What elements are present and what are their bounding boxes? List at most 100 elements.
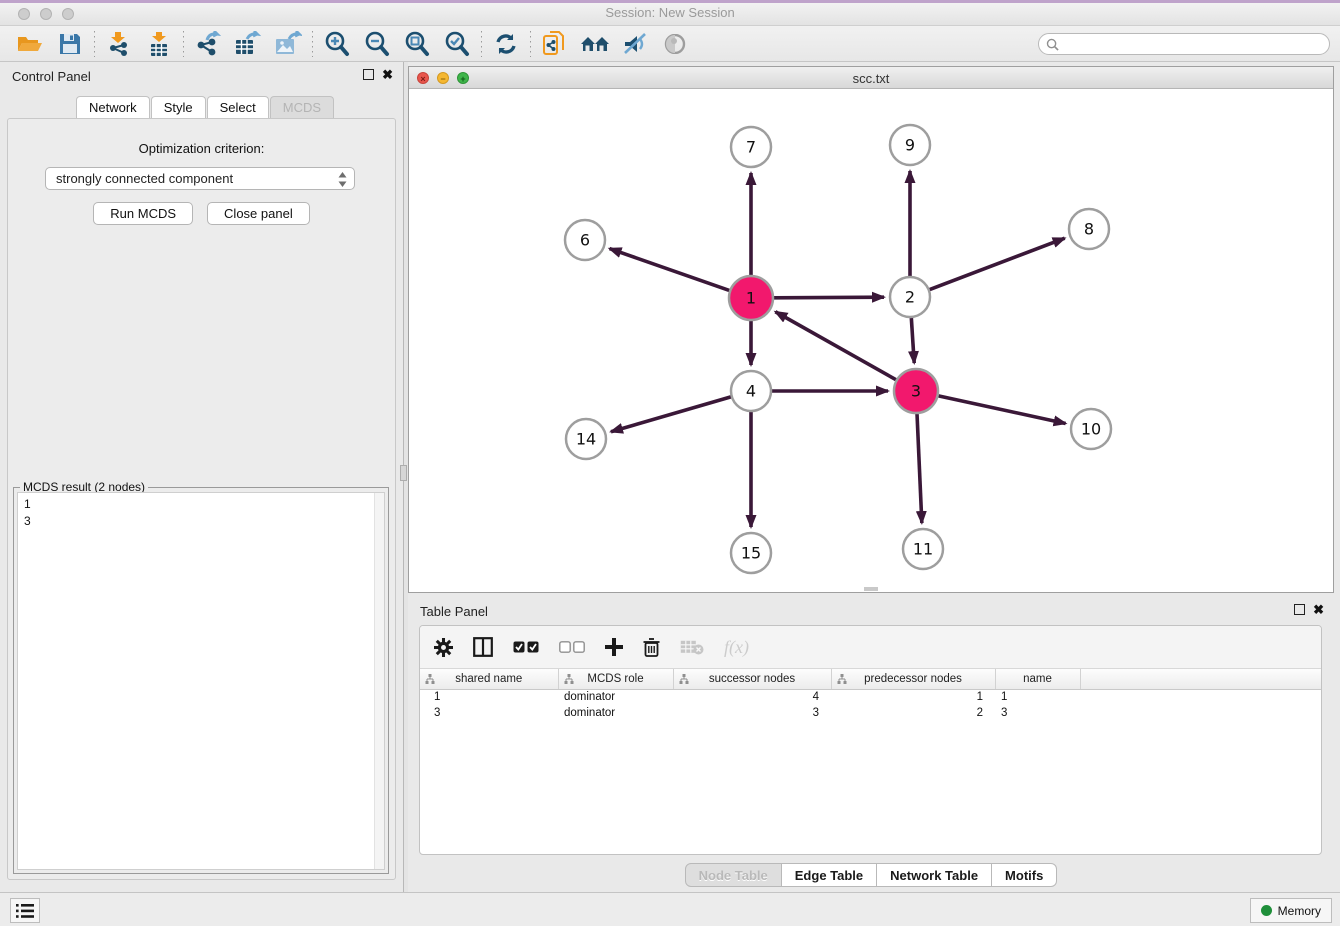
graph-node-1[interactable]: 1 <box>729 276 773 320</box>
mcds-result-text[interactable]: 1 3 <box>17 492 385 870</box>
network-window-titlebar[interactable]: × − + scc.txt <box>409 67 1333 89</box>
table-cell[interactable]: dominator <box>558 689 673 705</box>
open-file-button[interactable] <box>10 29 50 59</box>
network-graph[interactable]: 7 9 6 8 1 2 4 3 14 10 15 11 <box>409 89 1333 592</box>
table-cell[interactable]: 1 <box>831 689 995 705</box>
table-row[interactable]: 1dominator411 <box>420 689 1321 705</box>
close-table-panel-icon[interactable]: ✖ <box>1313 604 1324 615</box>
table-cell[interactable]: 3 <box>420 705 558 721</box>
graph-edge-3-11[interactable] <box>917 414 922 523</box>
tab-mcds[interactable]: MCDS <box>270 96 334 118</box>
graph-node-14[interactable]: 14 <box>566 419 606 459</box>
tab-node-table[interactable]: Node Table <box>685 863 782 887</box>
column-header-successor-nodes[interactable]: successor nodes <box>673 669 831 689</box>
import-network-button[interactable] <box>99 29 139 59</box>
zoom-selected-button[interactable] <box>437 29 477 59</box>
table-cell[interactable]: 1 <box>995 689 1080 705</box>
tab-style[interactable]: Style <box>151 96 206 118</box>
select-all-columns-button[interactable] <box>513 641 539 653</box>
zoom-out-button[interactable] <box>357 29 397 59</box>
hide-selected-button[interactable] <box>615 29 655 59</box>
table-cell[interactable]: 4 <box>673 689 831 705</box>
control-panel-title: Control Panel <box>12 69 91 84</box>
graph-edge-1-6[interactable] <box>610 249 730 291</box>
graph-edge-2-8[interactable] <box>930 238 1065 289</box>
home-icon <box>579 33 611 55</box>
tab-network[interactable]: Network <box>76 96 150 118</box>
control-panel-tabs: Network Style Select MCDS <box>76 96 335 118</box>
canvas-resize-grip[interactable] <box>864 587 878 591</box>
clone-network-button[interactable] <box>535 29 575 59</box>
column-header-predecessor-nodes[interactable]: predecessor nodes <box>831 669 995 689</box>
float-panel-icon[interactable] <box>363 69 374 80</box>
graph-edge-4-14[interactable] <box>611 397 731 432</box>
table-cell[interactable]: 1 <box>420 689 558 705</box>
delete-column-button[interactable] <box>643 638 660 657</box>
svg-text:15: 15 <box>741 544 761 563</box>
table-cell[interactable]: dominator <box>558 705 673 721</box>
hierarchy-icon <box>679 674 689 684</box>
export-network-button[interactable] <box>188 29 228 59</box>
optimization-criterion-label: Optimization criterion: <box>8 141 395 156</box>
graph-edge-3-10[interactable] <box>938 396 1065 424</box>
zoom-fit-button[interactable] <box>397 29 437 59</box>
table-cell[interactable] <box>1080 705 1321 721</box>
tab-network-table[interactable]: Network Table <box>877 863 992 887</box>
splitter-handle[interactable] <box>400 465 407 481</box>
table-settings-button[interactable] <box>434 638 453 657</box>
table-row[interactable]: 3dominator323 <box>420 705 1321 721</box>
svg-text:2: 2 <box>905 288 915 307</box>
graph-node-11[interactable]: 11 <box>903 529 943 569</box>
criterion-select[interactable]: strongly connected component <box>45 167 355 190</box>
close-panel-icon[interactable]: ✖ <box>382 69 393 80</box>
tab-edge-table[interactable]: Edge Table <box>782 863 877 887</box>
eye-icon <box>661 34 689 54</box>
graph-node-10[interactable]: 10 <box>1071 409 1111 449</box>
toolbar-separator <box>481 31 482 57</box>
graph-node-15[interactable]: 15 <box>731 533 771 573</box>
search-input[interactable] <box>1059 37 1329 51</box>
graph-node-6[interactable]: 6 <box>565 220 605 260</box>
network-canvas[interactable]: 7 9 6 8 1 2 4 3 14 10 15 11 <box>409 89 1333 592</box>
run-mcds-button[interactable]: Run MCDS <box>93 202 193 225</box>
graph-node-8[interactable]: 8 <box>1069 209 1109 249</box>
graph-node-3[interactable]: 3 <box>894 369 938 413</box>
graph-node-9[interactable]: 9 <box>890 125 930 165</box>
zoom-in-button[interactable] <box>317 29 357 59</box>
graph-edge-1-2[interactable] <box>774 297 884 298</box>
show-hidden-button[interactable] <box>655 29 695 59</box>
table-cell[interactable]: 3 <box>995 705 1080 721</box>
unselect-all-columns-button[interactable] <box>559 641 585 653</box>
create-column-button[interactable] <box>605 638 623 656</box>
result-scrollbar[interactable] <box>374 493 384 869</box>
graph-node-4[interactable]: 4 <box>731 371 771 411</box>
column-header-mcds-role[interactable]: MCDS role <box>558 669 673 689</box>
column-header-name[interactable]: name <box>995 669 1080 689</box>
table-cell[interactable] <box>1080 689 1321 705</box>
graph-edge-2-3[interactable] <box>911 318 914 363</box>
table-cell[interactable]: 2 <box>831 705 995 721</box>
show-column-panel-button[interactable] <box>473 637 493 657</box>
clone-network-icon <box>542 30 568 58</box>
float-table-panel-icon[interactable] <box>1294 604 1305 615</box>
zoom-in-icon <box>324 31 350 57</box>
apply-layout-button[interactable] <box>486 29 526 59</box>
save-icon <box>59 33 81 55</box>
column-header-shared-name[interactable]: shared name <box>420 669 558 689</box>
export-table-button[interactable] <box>228 29 268 59</box>
export-image-button[interactable] <box>268 29 308 59</box>
table-cell[interactable]: 3 <box>673 705 831 721</box>
import-table-button[interactable] <box>139 29 179 59</box>
graph-node-2[interactable]: 2 <box>890 277 930 317</box>
tab-motifs[interactable]: Motifs <box>992 863 1057 887</box>
search-box[interactable] <box>1038 33 1330 55</box>
close-panel-button[interactable]: Close panel <box>207 202 310 225</box>
zoom-fit-icon <box>404 31 430 57</box>
graph-node-7[interactable]: 7 <box>731 127 771 167</box>
tab-select[interactable]: Select <box>207 96 269 118</box>
save-session-button[interactable] <box>50 29 90 59</box>
memory-button[interactable]: Memory <box>1250 898 1332 923</box>
first-neighbors-button[interactable] <box>575 29 615 59</box>
task-history-button[interactable] <box>10 898 40 923</box>
graph-edge-3-1[interactable] <box>775 312 896 380</box>
